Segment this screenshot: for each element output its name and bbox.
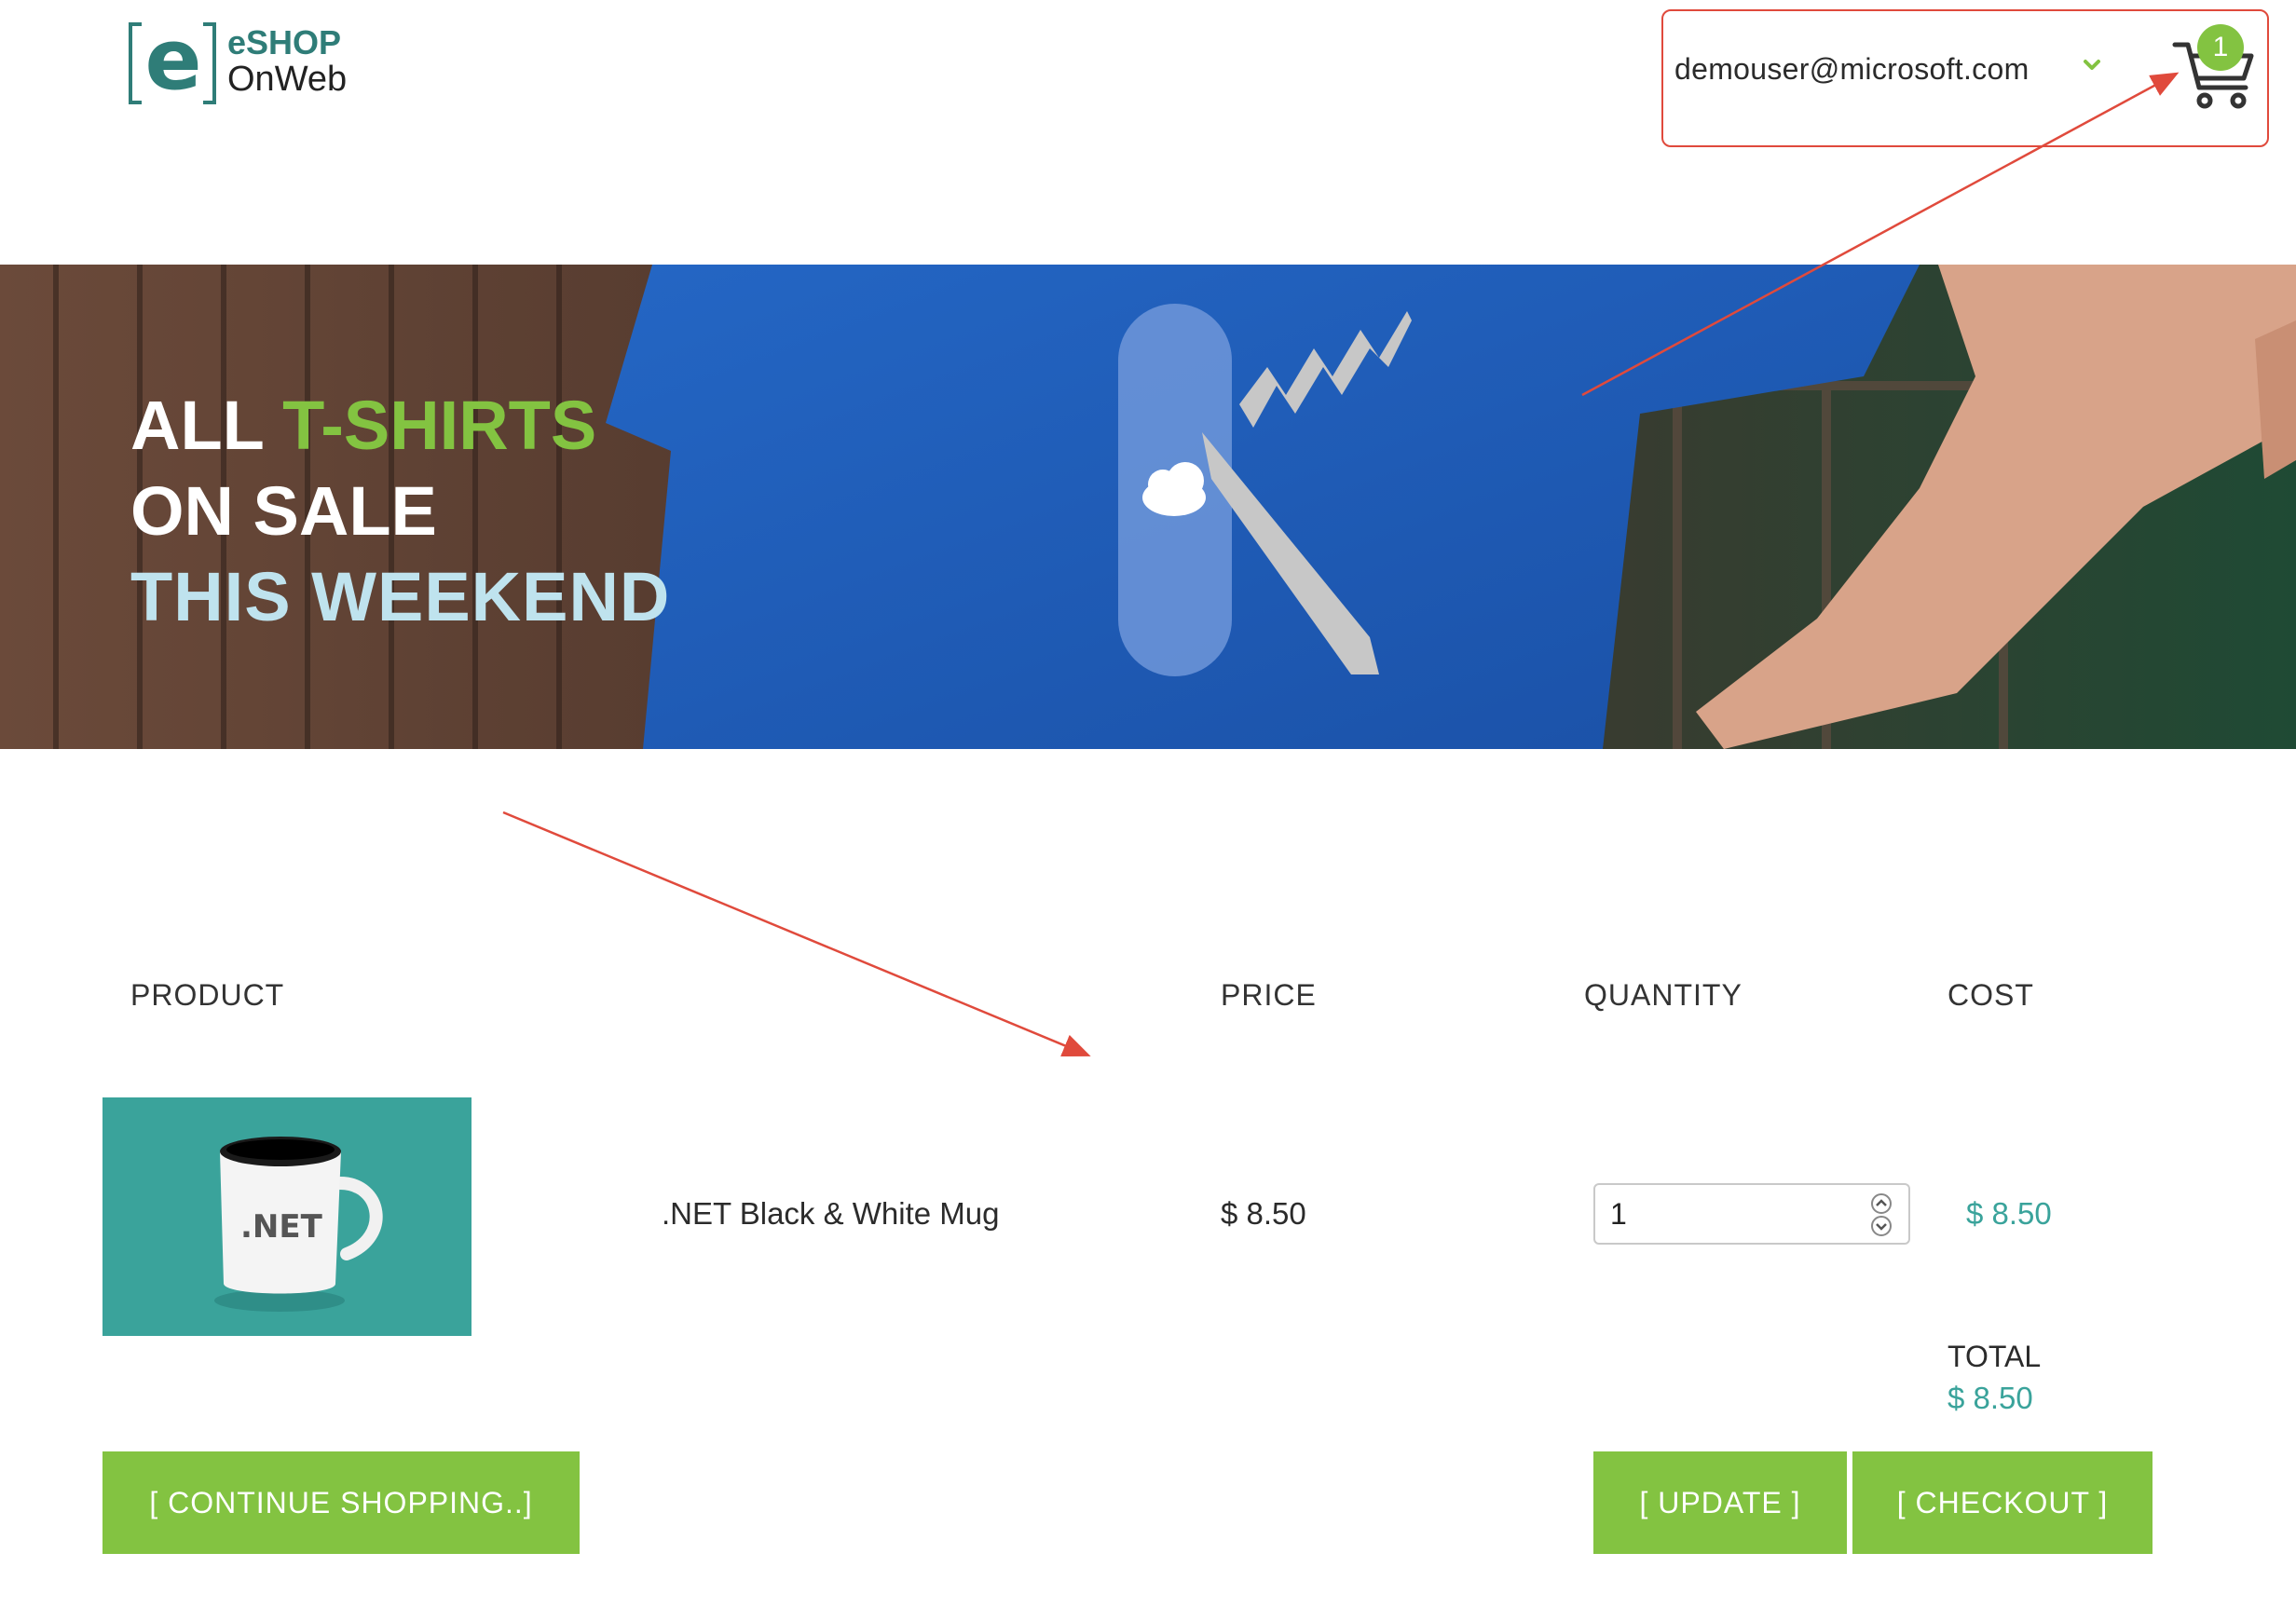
annotation-overlay (502, 72, 2180, 1056)
cart-count-badge[interactable]: 1 (2197, 24, 2244, 71)
column-header-quantity: QUANTITY (1584, 978, 1742, 1012)
item-price: $ 8.50 (1221, 1196, 1306, 1231)
logo[interactable]: e eSHOP OnWeb (129, 19, 371, 110)
logo-mark-icon: e (129, 19, 216, 104)
total-value: $ 8.50 (1948, 1381, 2033, 1415)
continue-shopping-button[interactable]: [ CONTINUE SHOPPING..] (102, 1451, 580, 1554)
chevron-down-icon[interactable] (2082, 54, 2102, 75)
product-image-mug[interactable]: .NET (102, 1097, 472, 1336)
quantity-input[interactable]: 1 (1593, 1183, 1910, 1245)
hero-headline-line1: ALL T-SHIRTS (130, 387, 597, 464)
user-menu[interactable]: demouser@microsoft.com (1674, 52, 2030, 87)
hero-banner[interactable]: ALL T-SHIRTS ON SALE THIS WEEKEND (0, 265, 2296, 749)
column-header-price: PRICE (1221, 978, 1317, 1012)
update-button[interactable]: [ UPDATE ] (1593, 1451, 1847, 1554)
hero-headline-line2: ON SALE (130, 472, 437, 550)
column-header-cost: COST (1948, 978, 2034, 1012)
quantity-spinner-icon[interactable] (1869, 1192, 1893, 1237)
hero-accent-text: T-SHIRTS (282, 387, 597, 464)
checkout-button[interactable]: [ CHECKOUT ] (1852, 1451, 2152, 1554)
logo-text-eshop: eSHOP (227, 23, 342, 61)
annotation-arrow-to-table (502, 810, 1091, 1056)
column-header-product: PRODUCT (130, 978, 285, 1012)
logo-text-onweb: OnWeb (227, 60, 348, 99)
quantity-value[interactable]: 1 (1610, 1197, 1627, 1232)
item-name[interactable]: .NET Black & White Mug (662, 1196, 1000, 1232)
mug-label-text: .NET (240, 1208, 323, 1246)
item-cost: $ 8.50 (1966, 1196, 2052, 1231)
total-label: TOTAL (1948, 1340, 2042, 1373)
hero-headline-line3: THIS WEEKEND (130, 558, 671, 635)
